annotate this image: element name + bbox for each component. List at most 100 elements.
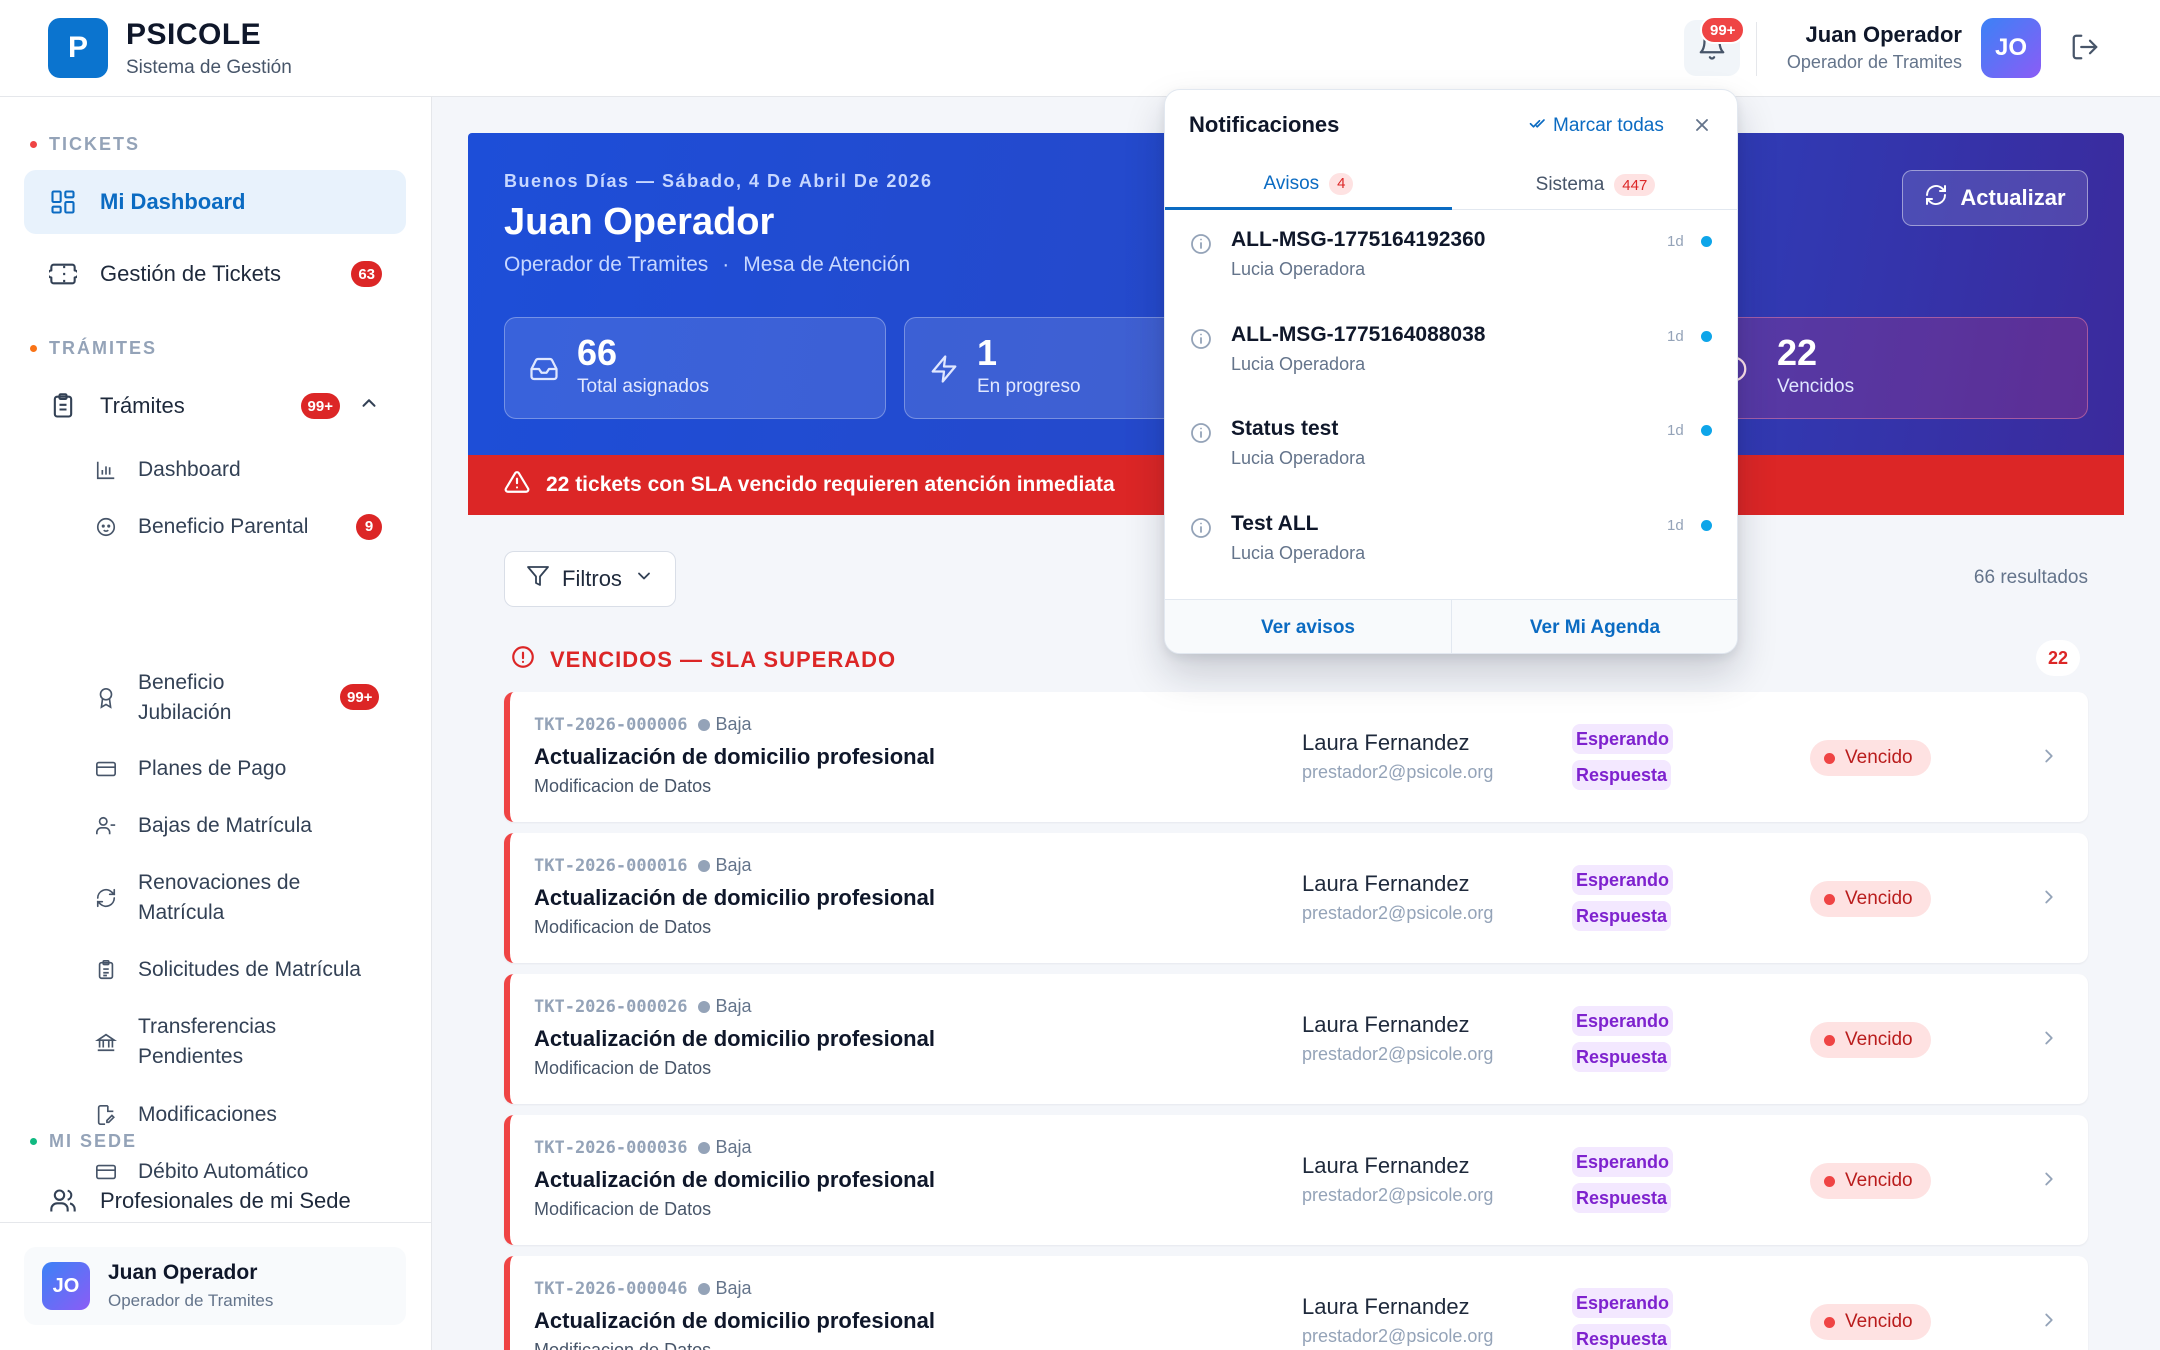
ticket-row[interactable]: TKT-2026-000046 Baja Actualización de do…	[504, 1256, 2088, 1350]
section-dot	[30, 345, 37, 352]
view-notices-link[interactable]: Ver avisos	[1165, 600, 1451, 653]
refresh-label: Actualizar	[1960, 185, 2066, 210]
sidebar-subitem-renovaciones-matricula[interactable]: Renovaciones de Matrícula	[94, 868, 314, 928]
sidebar-subitem-dashboard[interactable]: Dashboard	[94, 455, 406, 485]
sidebar-item-mi-dashboard[interactable]: Mi Dashboard	[24, 170, 406, 234]
close-notifications-button[interactable]	[1687, 112, 1717, 142]
ticket-row[interactable]: TKT-2026-000026 Baja Actualización de do…	[504, 974, 2088, 1104]
tab-count-badge: 4	[1329, 172, 1354, 195]
sla-label: Vencido	[1845, 1029, 1913, 1050]
stat-card-total[interactable]: 66 Total asignados	[504, 317, 886, 419]
tramites-count-badge: 99+	[300, 393, 340, 419]
ticket-requester-name: Laura Fernandez	[1302, 730, 1470, 755]
section-title: TRÁMITES	[49, 338, 157, 358]
notification-item[interactable]: Status test Lucia Operadora 1d	[1165, 399, 1737, 493]
user-avatar[interactable]: JO	[1981, 18, 2041, 78]
hero-meta: Operador de Tramites · Mesa de Atención	[504, 253, 910, 277]
brand-name: PSICOLE	[126, 18, 262, 51]
chevron-right-icon[interactable]	[2038, 1027, 2060, 1054]
tab-sistema[interactable]: Sistema 447	[1452, 160, 1737, 210]
sla-label: Vencido	[1845, 747, 1913, 768]
unread-dot	[1701, 330, 1712, 342]
inbox-icon	[529, 354, 559, 389]
ticket-status-badge: Esperando	[1572, 724, 1674, 754]
priority-label: Baja	[715, 714, 752, 734]
unread-dot	[1701, 425, 1712, 436]
ticket-status-badge: Respuesta	[1572, 1324, 1672, 1350]
unread-dot	[1701, 519, 1712, 531]
sidebar-user-card[interactable]: JO Juan Operador Operador de Tramites	[24, 1247, 406, 1325]
sidebar-subitem-bajas-matricula[interactable]: Bajas de Matrícula	[94, 811, 406, 841]
ticket-title: Actualización de domicilio profesional	[534, 1026, 935, 1051]
ticket-type: Modificacion de Datos	[534, 917, 712, 937]
info-icon	[1189, 421, 1213, 450]
sidebar: TICKETS Mi Dashboard Gestión de Tickets …	[0, 97, 432, 1350]
ticket-requester-email: prestador2@psicole.org	[1302, 1326, 1494, 1346]
sidebar-item-gestion-tickets[interactable]: Gestión de Tickets 63	[24, 242, 406, 306]
mark-all-read-button[interactable]: Marcar todas	[1529, 114, 1664, 138]
ticket-icon	[48, 259, 78, 289]
notification-item[interactable]: Test ALL Lucia Operadora 1d	[1165, 494, 1737, 588]
ticket-code-line: TKT-2026-000036 Baja	[534, 1137, 752, 1158]
sla-label: Vencido	[1845, 1170, 1913, 1191]
sidebar-subitem-transferencias-pendientes[interactable]: Transferencias Pendientes	[94, 1012, 294, 1072]
filters-button[interactable]: Filtros	[504, 551, 676, 607]
chevron-right-icon[interactable]	[2038, 1168, 2060, 1195]
notification-sender: Lucia Operadora	[1231, 353, 1366, 374]
notification-title: Test ALL	[1231, 511, 1319, 535]
priority-dot	[697, 1282, 710, 1295]
sidebar-user-role: Operador de Tramites	[108, 1291, 274, 1310]
sla-dot	[1824, 1034, 1835, 1046]
sidebar-subitem-planes-pago[interactable]: Planes de Pago	[94, 754, 406, 784]
ticket-row[interactable]: TKT-2026-000006 Baja Actualización de do…	[504, 692, 2088, 822]
sidebar-subitem-beneficio-parental[interactable]: Beneficio Parental 9	[94, 512, 406, 542]
chevron-up-icon[interactable]	[358, 392, 380, 420]
ticket-code: TKT-2026-000026	[534, 996, 688, 1017]
sidebar-subitem-label: Dashboard	[138, 458, 241, 481]
notifications-title: Notificaciones	[1189, 112, 1340, 137]
warning-triangle-icon	[504, 469, 530, 501]
chevron-right-icon[interactable]	[2038, 745, 2060, 772]
dashboard-icon	[48, 187, 78, 217]
baby-icon	[94, 515, 118, 539]
ticket-row[interactable]: TKT-2026-000016 Baja Actualización de do…	[504, 833, 2088, 963]
notification-item[interactable]: ALL-MSG-1775164088038 Lucia Operadora 1d	[1165, 305, 1737, 399]
ticket-code: TKT-2026-000006	[534, 714, 688, 735]
ticket-sla-badge: Vencido	[1810, 881, 1931, 917]
sidebar-subitem-beneficio-jubilacion[interactable]: Beneficio Jubilación	[94, 668, 294, 728]
clipboard-list-icon	[94, 958, 118, 982]
mark-all-label: Marcar todas	[1553, 115, 1664, 136]
sidebar-item-tramites[interactable]: Trámites 99+	[24, 374, 406, 438]
refresh-button[interactable]: Actualizar	[1902, 170, 2088, 226]
hero-greeting: Buenos Días — Sábado, 4 De Abril De 2026	[504, 171, 933, 191]
notification-age: 1d	[1667, 422, 1684, 439]
sidebar-subitem-modificaciones[interactable]: Modificaciones	[94, 1100, 406, 1130]
group-title-text: VENCIDOS — SLA SUPERADO	[550, 647, 897, 672]
sidebar-item-label: Trámites	[100, 393, 185, 418]
chevron-right-icon[interactable]	[2038, 1309, 2060, 1336]
results-count: 66 resultados	[1973, 567, 2088, 588]
view-agenda-link[interactable]: Ver Mi Agenda	[1452, 600, 1737, 653]
ticket-status-badge: Esperando	[1572, 1288, 1674, 1318]
ticket-status-badge: Respuesta	[1572, 1183, 1672, 1213]
ticket-requester-email: prestador2@psicole.org	[1302, 1044, 1494, 1064]
notification-item[interactable]: ALL-MSG-1775164192360 Lucia Operadora 1d	[1165, 210, 1737, 304]
logout-button[interactable]	[2066, 30, 2104, 68]
sidebar-subitem-solicitudes-matricula[interactable]: Solicitudes de Matrícula	[94, 955, 406, 985]
ticket-title: Actualización de domicilio profesional	[534, 1167, 935, 1192]
chevron-right-icon[interactable]	[2038, 886, 2060, 913]
priority-label: Baja	[715, 996, 752, 1016]
ticket-row[interactable]: TKT-2026-000036 Baja Actualización de do…	[504, 1115, 2088, 1245]
brand-logo[interactable]: P	[48, 18, 108, 78]
notification-sender: Lucia Operadora	[1231, 542, 1366, 563]
sidebar-item-label: Gestión de Tickets	[100, 261, 281, 286]
stat-card-vencidos[interactable]: 22 Vencidos	[1704, 317, 2088, 419]
section-dot	[30, 1138, 37, 1145]
refresh-icon	[94, 886, 118, 910]
ticket-code-line: TKT-2026-000026 Baja	[534, 996, 752, 1017]
sidebar-subitem-label: Beneficio Parental	[138, 515, 309, 538]
tab-avisos[interactable]: Avisos 4	[1165, 160, 1452, 210]
sidebar-subitem-label: Solicitudes de Matrícula	[138, 958, 361, 981]
beneficio-parental-badge: 9	[356, 514, 382, 540]
stat-value: 22	[1777, 332, 1818, 373]
